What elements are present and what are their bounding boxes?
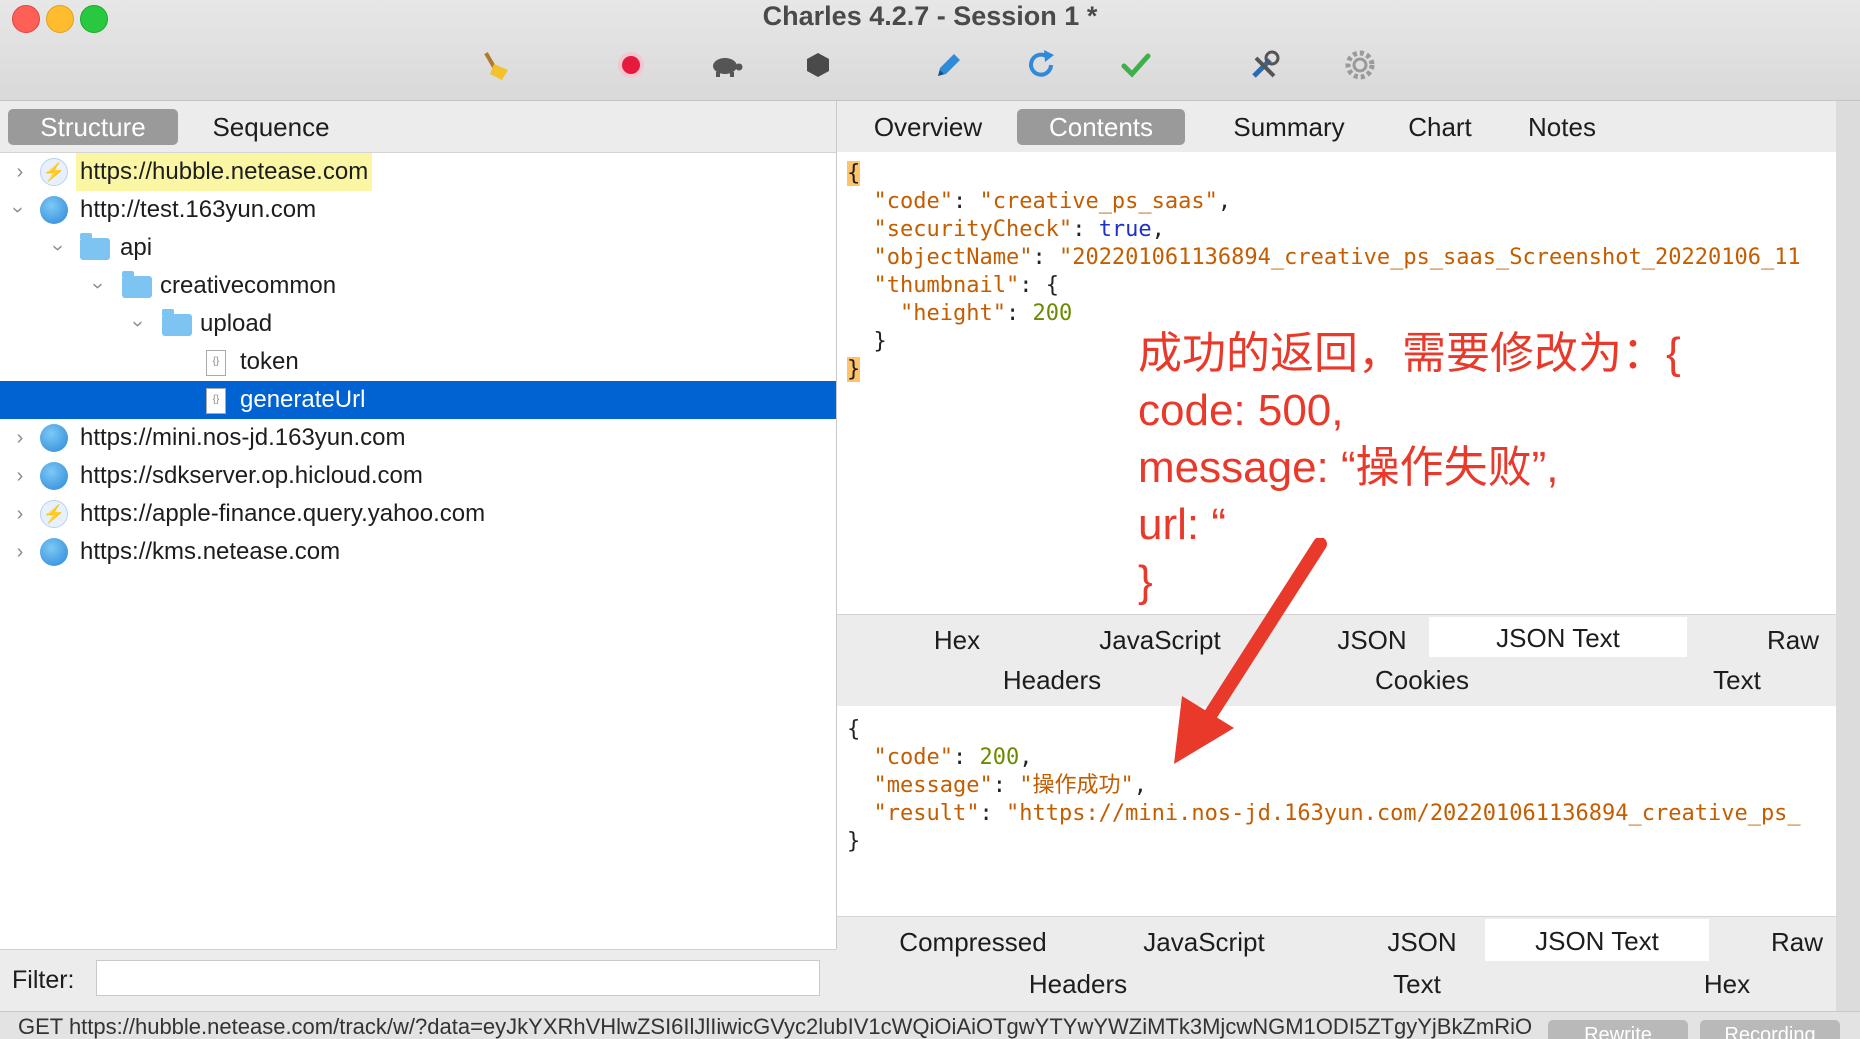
annotation-line: code: 500,	[1138, 386, 1344, 435]
tab-contents[interactable]: Contents	[1017, 109, 1185, 145]
right-edge-scrollbar[interactable]	[1836, 101, 1860, 1011]
tree-row-creativecommon[interactable]: › creativecommon	[0, 267, 836, 305]
tree-row-token[interactable]: {} token	[0, 343, 836, 381]
chevron-down-icon[interactable]: ›	[119, 314, 157, 334]
tab-res-text[interactable]: Text	[1337, 965, 1497, 1003]
tab-req-raw[interactable]: Raw	[1733, 621, 1853, 659]
annotation-arrow-icon	[1174, 538, 1327, 764]
record-icon[interactable]	[613, 47, 649, 83]
breakpoint-hexagon-icon[interactable]	[800, 47, 836, 83]
tab-res-json-text[interactable]: JSON Text	[1485, 919, 1709, 961]
tree-row-test163yun[interactable]: › http://test.163yun.com	[0, 191, 836, 229]
globe-icon	[40, 196, 68, 224]
tree-label: token	[240, 348, 299, 375]
tree-row-generateurl[interactable]: {} generateUrl	[0, 381, 836, 419]
right-tab-bar: Overview Contents Summary Chart Notes	[837, 101, 1860, 153]
tree-label: https://hubble.netease.com	[76, 153, 373, 191]
tab-chart[interactable]: Chart	[1385, 109, 1495, 145]
tab-res-hex[interactable]: Hex	[1667, 965, 1787, 1003]
chevron-down-icon[interactable]: ›	[0, 200, 37, 220]
tab-req-hex[interactable]: Hex	[877, 621, 1037, 659]
status-bar: GET https://hubble.netease.com/track/w/?…	[0, 1011, 1860, 1039]
broom-icon[interactable]	[481, 47, 517, 83]
tree-label: api	[120, 234, 153, 261]
left-tab-bar: Structure Sequence	[0, 101, 836, 153]
tree-label: generateUrl	[240, 386, 366, 413]
repeat-icon[interactable]	[1023, 47, 1059, 83]
filter-bar: Filter:	[0, 949, 836, 1012]
status-text: GET https://hubble.netease.com/track/w/?…	[18, 1014, 1533, 1039]
tab-req-headers[interactable]: Headers	[957, 661, 1147, 699]
tools-icon[interactable]	[1247, 47, 1283, 83]
tab-req-cookies[interactable]: Cookies	[1327, 661, 1517, 699]
tab-res-headers[interactable]: Headers	[983, 965, 1173, 1003]
request-view-tabs: Hex JavaScript JSON JSON Text Raw Header…	[837, 614, 1860, 708]
filter-label: Filter:	[12, 966, 75, 994]
tab-sequence[interactable]: Sequence	[186, 109, 356, 145]
tree-label: https://kms.netease.com	[80, 538, 341, 565]
globe-icon	[40, 462, 68, 490]
host-tree: › ⚡ https://hubble.netease.com › http://…	[0, 153, 836, 566]
tab-summary[interactable]: Summary	[1209, 109, 1369, 145]
folder-icon	[162, 309, 192, 336]
throttle-turtle-icon[interactable]	[708, 47, 744, 83]
json-file-icon: {}	[206, 388, 226, 414]
folder-icon	[122, 271, 152, 298]
bolt-icon: ⚡	[40, 158, 68, 186]
tab-notes[interactable]: Notes	[1507, 109, 1617, 145]
rewrite-button[interactable]: Rewrite	[1548, 1020, 1688, 1039]
title-bar: Charles 4.2.7 - Session 1 *	[0, 0, 1860, 101]
globe-icon	[40, 424, 68, 452]
tab-overview[interactable]: Overview	[863, 109, 993, 145]
chevron-down-icon[interactable]: ›	[39, 238, 77, 258]
response-view-tabs: Compressed JavaScript JSON JSON Text Raw…	[837, 916, 1860, 1013]
tab-res-compressed[interactable]: Compressed	[873, 923, 1073, 961]
globe-icon	[40, 538, 68, 566]
tree-row-sdkserver[interactable]: › https://sdkserver.op.hicloud.com	[0, 457, 836, 495]
tree-row-api[interactable]: › api	[0, 229, 836, 267]
tab-req-text[interactable]: Text	[1657, 661, 1817, 699]
chevron-right-icon[interactable]: ›	[10, 495, 30, 533]
compose-pen-icon[interactable]	[929, 47, 965, 83]
tree-label: https://apple-finance.query.yahoo.com	[80, 500, 486, 527]
filter-input[interactable]	[96, 960, 820, 996]
tab-structure[interactable]: Structure	[8, 109, 178, 145]
chevron-right-icon[interactable]: ›	[10, 153, 30, 191]
tree-label: https://mini.nos-jd.163yun.com	[80, 424, 406, 451]
json-file-icon: {}	[206, 350, 226, 376]
tab-res-json[interactable]: JSON	[1357, 923, 1487, 961]
validate-check-icon[interactable]	[1118, 47, 1154, 83]
chevron-down-icon[interactable]: ›	[79, 276, 117, 296]
tab-req-json-text[interactable]: JSON Text	[1429, 617, 1687, 657]
recording-button[interactable]: Recording	[1700, 1020, 1840, 1039]
tree-label: http://test.163yun.com	[80, 196, 317, 223]
tab-res-javascript[interactable]: JavaScript	[1099, 923, 1309, 961]
tree-label: https://sdkserver.op.hicloud.com	[80, 462, 423, 489]
bolt-icon: ⚡	[40, 500, 68, 528]
chevron-right-icon[interactable]: ›	[10, 533, 30, 571]
settings-gear-icon[interactable]	[1342, 47, 1378, 83]
tree-row-yahoo[interactable]: › ⚡ https://apple-finance.query.yahoo.co…	[0, 495, 836, 533]
chevron-right-icon[interactable]: ›	[10, 457, 30, 495]
folder-icon	[80, 233, 110, 260]
window-title: Charles 4.2.7 - Session 1 *	[762, 1, 1098, 31]
tree-row-upload[interactable]: › upload	[0, 305, 836, 343]
tree-label: creativecommon	[160, 272, 337, 299]
tree-row-hubble[interactable]: › ⚡ https://hubble.netease.com	[0, 153, 836, 191]
annotation-line: message: “操作失败”,	[1138, 443, 1559, 492]
chevron-right-icon[interactable]: ›	[10, 419, 30, 457]
tree-row-mini-nos[interactable]: › https://mini.nos-jd.163yun.com	[0, 419, 836, 457]
response-body-viewer[interactable]: { "code": 200, "message": "操作成功", "resul…	[837, 706, 1860, 916]
annotation-line: 成功的返回，需要修改为：{	[1138, 329, 1681, 378]
tree-label: upload	[200, 310, 273, 337]
tree-row-kms[interactable]: › https://kms.netease.com	[0, 533, 836, 571]
response-json: { "code": 200, "message": "操作成功", "resul…	[847, 717, 1801, 854]
